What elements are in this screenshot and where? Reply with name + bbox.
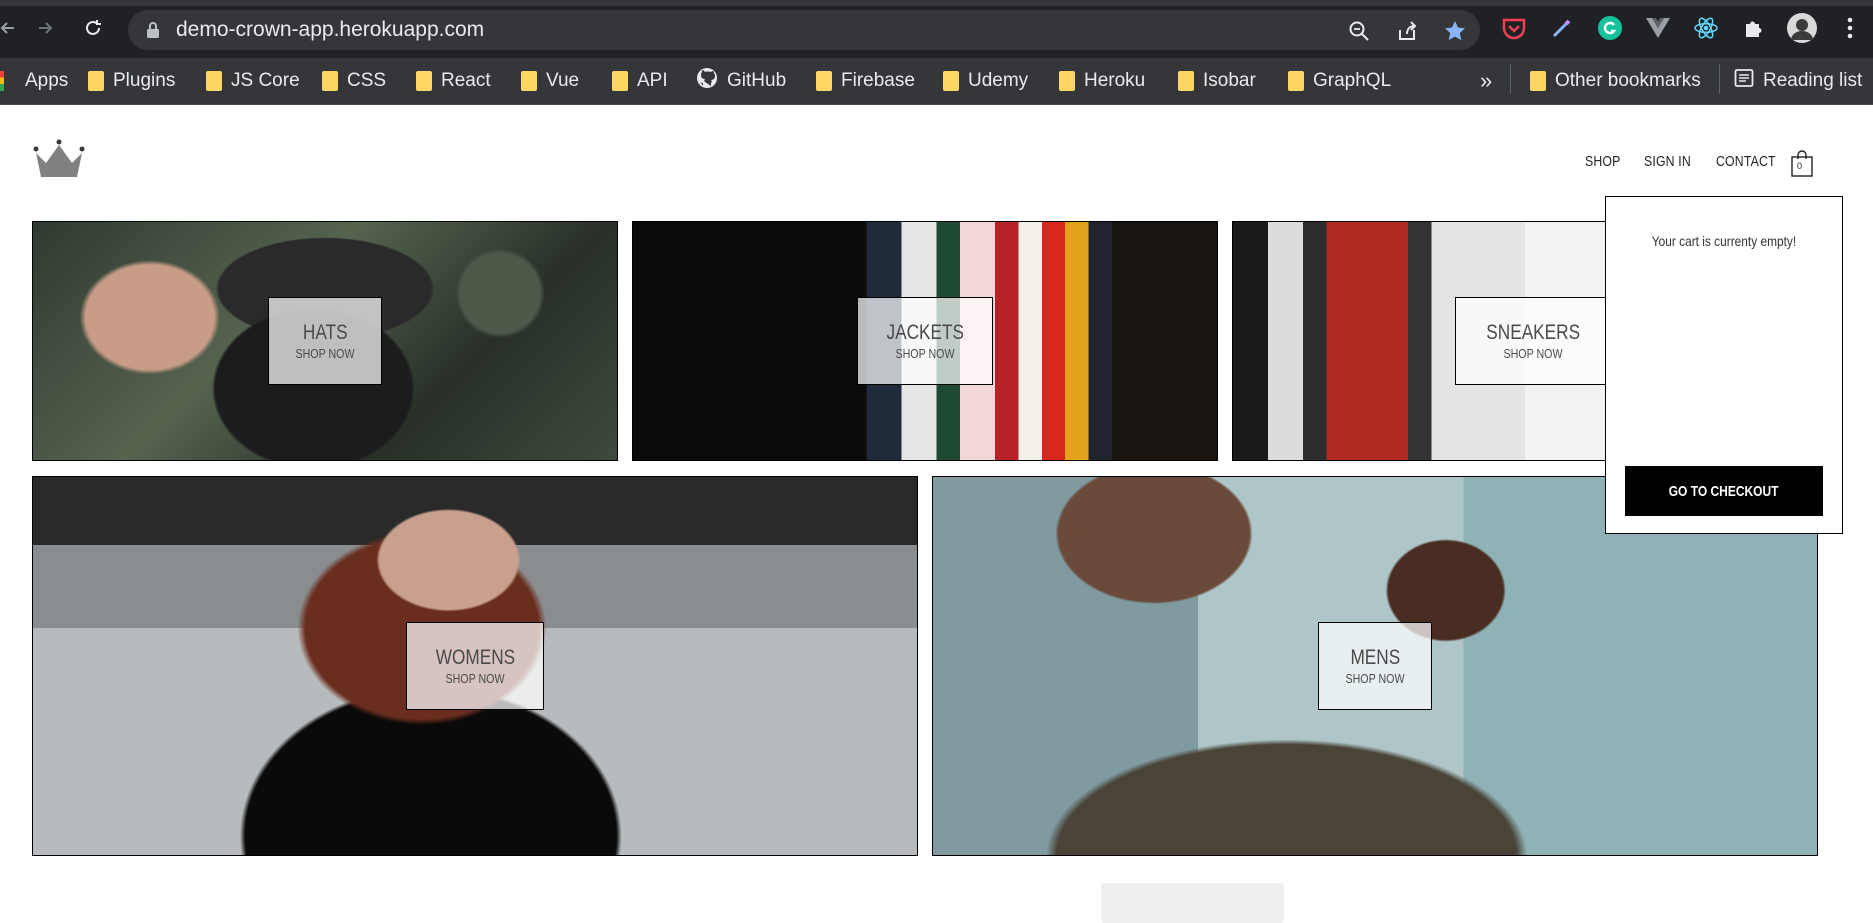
category-label-box[interactable]: MENS SHOP NOW <box>1318 622 1432 710</box>
folder-icon <box>88 71 104 91</box>
grammarly-icon[interactable] <box>1594 12 1626 44</box>
category-title: JACKETS <box>886 320 964 344</box>
category-label-box[interactable]: WOMENS SHOP NOW <box>405 622 545 710</box>
bookmark-label: Heroku <box>1084 70 1146 91</box>
bookmark-label: Vue <box>546 70 580 91</box>
react-devtools-icon[interactable] <box>1690 12 1722 44</box>
folder-icon <box>322 71 338 91</box>
bookmark-label: Reading list <box>1763 70 1863 91</box>
nav-shop-link[interactable]: SHOP <box>1585 153 1621 170</box>
bookmark-label: JS Core <box>231 70 300 91</box>
folder-icon <box>521 71 537 91</box>
folder-icon <box>416 71 432 91</box>
zoom-icon[interactable] <box>1346 18 1372 44</box>
bookmarks-divider <box>1719 64 1720 94</box>
lock-icon[interactable] <box>146 21 160 44</box>
reload-icon[interactable] <box>75 10 111 46</box>
category-label-box[interactable]: HATS SHOP NOW <box>268 297 382 385</box>
bookmark-label: GraphQL <box>1313 70 1392 91</box>
bookmark-label: CSS <box>347 70 387 91</box>
category-title: HATS <box>302 320 348 344</box>
bookmark-isobar[interactable]: Isobar <box>1178 66 1256 96</box>
vue-devtools-icon[interactable] <box>1642 12 1674 44</box>
bookmarks-divider <box>1510 64 1511 94</box>
back-icon[interactable] <box>0 10 26 46</box>
cart-empty-message: Your cart is currenty empty! <box>1651 233 1797 249</box>
nav-sign-in-link[interactable]: SIGN IN <box>1644 153 1691 170</box>
shop-now-label: SHOP NOW <box>1345 671 1405 687</box>
category-tile-jackets[interactable]: JACKETS SHOP NOW <box>632 221 1218 461</box>
category-tile-hats[interactable]: HATS SHOP NOW <box>32 221 618 461</box>
browser-toolbar: demo-crown-app.herokuapp.com <box>0 0 1873 58</box>
crown-logo-icon[interactable] <box>32 139 86 184</box>
folder-icon <box>816 71 832 91</box>
pocket-icon[interactable] <box>1498 12 1530 44</box>
bookmark-label: Apps <box>25 70 69 91</box>
app-page: SHOP SIGN IN CONTACT 0 HATS SHOP NOW JAC… <box>0 105 1873 923</box>
shop-now-label: SHOP NOW <box>445 671 505 687</box>
bookmark-graphql[interactable]: GraphQL <box>1288 66 1391 96</box>
bookmark-label: API <box>637 70 668 91</box>
colorpicker-icon[interactable] <box>1546 12 1578 44</box>
bookmark-css[interactable]: CSS <box>322 66 386 96</box>
bookmark-api[interactable]: API <box>612 66 668 96</box>
extensions-puzzle-icon[interactable] <box>1738 12 1770 44</box>
category-title: SNEAKERS <box>1486 320 1581 344</box>
bookmark-react[interactable]: React <box>416 66 491 96</box>
shop-now-label: SHOP NOW <box>295 346 355 362</box>
profile-avatar[interactable] <box>1786 12 1818 44</box>
bookmark-label: GitHub <box>727 70 787 91</box>
category-title: MENS <box>1350 645 1400 669</box>
category-label-box[interactable]: SNEAKERS SHOP NOW <box>1455 297 1612 385</box>
bookmarks-bar: Apps Plugins JS Core CSS React Vue API G… <box>0 58 1873 105</box>
overflow-chevron-icon: » <box>1480 68 1493 93</box>
folder-icon <box>612 71 628 91</box>
apps-grid-icon <box>0 71 4 91</box>
bookmark-heroku[interactable]: Heroku <box>1059 66 1145 96</box>
reading-list-button[interactable]: Reading list <box>1734 66 1862 96</box>
reading-list-icon <box>1734 68 1754 94</box>
bookmark-label: Isobar <box>1203 70 1256 91</box>
folder-icon <box>943 71 959 91</box>
category-tile-womens[interactable]: WOMENS SHOP NOW <box>32 476 918 856</box>
folder-icon <box>1530 71 1546 91</box>
nav-contact-link[interactable]: CONTACT <box>1716 153 1776 170</box>
folder-icon <box>1059 71 1075 91</box>
forward-icon[interactable] <box>27 10 63 46</box>
bookmark-plugins[interactable]: Plugins <box>88 66 175 96</box>
folder-icon <box>1178 71 1194 91</box>
bookmark-vue[interactable]: Vue <box>521 66 579 96</box>
checkout-button-label: GO TO CHECKOUT <box>1669 482 1779 500</box>
bookmark-apps[interactable]: Apps <box>0 66 68 96</box>
bookmark-js-core[interactable]: JS Core <box>206 66 300 96</box>
category-label-box[interactable]: JACKETS SHOP NOW <box>856 297 994 385</box>
bookmark-firebase[interactable]: Firebase <box>816 66 915 96</box>
folder-icon <box>206 71 222 91</box>
kebab-menu-icon[interactable] <box>1834 12 1866 44</box>
bookmark-star-icon[interactable] <box>1442 18 1468 44</box>
address-bar[interactable]: demo-crown-app.herokuapp.com <box>128 10 1480 50</box>
bookmark-github[interactable]: GitHub <box>696 66 786 96</box>
shop-now-label: SHOP NOW <box>1503 346 1563 362</box>
checkout-button[interactable]: GO TO CHECKOUT <box>1625 466 1823 516</box>
bookmark-label: Plugins <box>113 70 176 91</box>
bookmark-label: Firebase <box>841 70 915 91</box>
github-icon <box>696 67 718 95</box>
bookmarks-overflow-button[interactable]: » <box>1480 66 1492 96</box>
shop-now-label: SHOP NOW <box>895 346 955 362</box>
bookmark-other[interactable]: Other bookmarks <box>1530 66 1701 96</box>
bookmark-udemy[interactable]: Udemy <box>943 66 1028 96</box>
folder-icon <box>1288 71 1304 91</box>
bookmark-label: React <box>441 70 491 91</box>
bookmark-label: Udemy <box>968 70 1029 91</box>
category-title: WOMENS <box>435 645 515 669</box>
bookmark-label: Other bookmarks <box>1555 70 1701 91</box>
bottom-partial-button[interactable] <box>1101 883 1284 923</box>
url-text[interactable]: demo-crown-app.herokuapp.com <box>176 18 484 42</box>
cart-dropdown: Your cart is currenty empty! GO TO CHECK… <box>1605 196 1843 534</box>
cart-item-count: 0 <box>1797 161 1803 171</box>
share-icon[interactable] <box>1394 18 1420 44</box>
